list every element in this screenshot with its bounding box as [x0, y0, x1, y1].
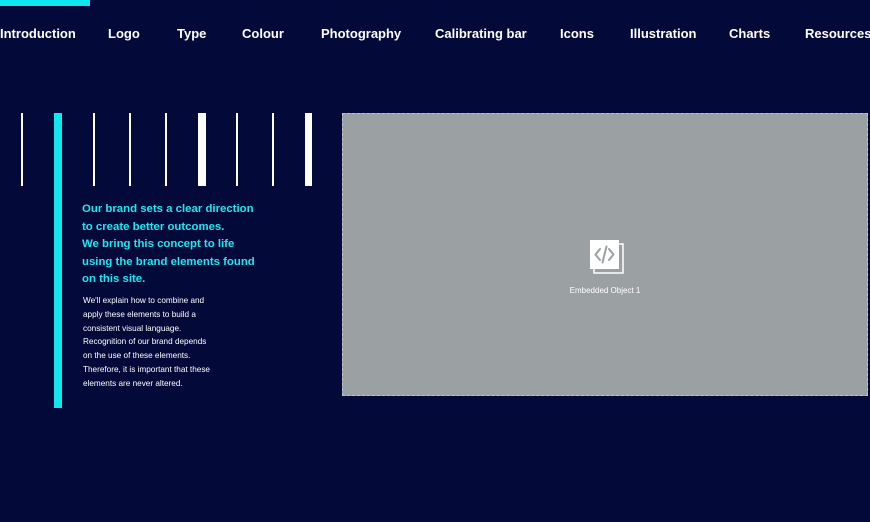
embedded-object-label: Embedded Object 1 — [569, 286, 641, 295]
body-line: We'll explain how to combine and — [83, 296, 205, 305]
headline-line: Our brand sets a clear direction — [82, 203, 254, 215]
calibrating-bar-thick — [305, 113, 312, 186]
nav-item-photography[interactable]: Photography — [321, 24, 401, 44]
calibrating-bar-line — [129, 113, 131, 186]
calibrating-bar-thick — [198, 113, 206, 186]
nav-item-type[interactable]: Type — [177, 24, 206, 44]
body-line: apply these elements to build a — [83, 309, 196, 319]
body-line: Recognition of our brand depends — [83, 337, 207, 347]
intro-body-text: We'll explain how to combine and apply t… — [83, 294, 243, 391]
calibrating-bar-line — [236, 113, 238, 186]
nav-item-illustration[interactable]: Illustration — [630, 24, 696, 44]
nav-item-charts[interactable]: Charts — [729, 24, 770, 44]
top-accent-bar — [0, 0, 90, 6]
body-line: consistent visual language. — [83, 323, 182, 333]
body-line: Therefore, it is important that these — [83, 364, 210, 374]
intro-headline: Our brand sets a clear direction to crea… — [82, 201, 282, 289]
body-line: on the use of these elements. — [83, 351, 191, 361]
calibrating-bar-accent — [54, 113, 62, 408]
embedded-object-placeholder[interactable]: Embedded Object 1 — [342, 113, 868, 396]
code-embed-icon — [590, 240, 624, 274]
nav-item-introduction[interactable]: Introduction — [0, 24, 76, 44]
headline-line: using the brand elements found — [82, 255, 255, 268]
calibrating-bar-line — [21, 113, 23, 186]
body-line: elements are never altered. — [83, 378, 183, 388]
nav-item-colour[interactable]: Colour — [242, 24, 284, 44]
main-navigation: Introduction Logo Type Colour Photograph… — [0, 24, 870, 44]
nav-item-logo[interactable]: Logo — [108, 24, 140, 44]
headline-line: We bring this concept to life — [82, 238, 235, 250]
calibrating-bar-line — [272, 113, 274, 186]
calibrating-bar-line — [93, 113, 95, 186]
headline-line: to create better outcomes. — [82, 220, 225, 233]
headline-line: on this site. — [82, 273, 146, 285]
nav-item-calibrating-bar[interactable]: Calibrating bar — [435, 24, 527, 44]
nav-item-resources[interactable]: Resources — [805, 24, 870, 44]
calibrating-bar-line — [165, 113, 167, 186]
nav-item-icons[interactable]: Icons — [560, 24, 594, 44]
